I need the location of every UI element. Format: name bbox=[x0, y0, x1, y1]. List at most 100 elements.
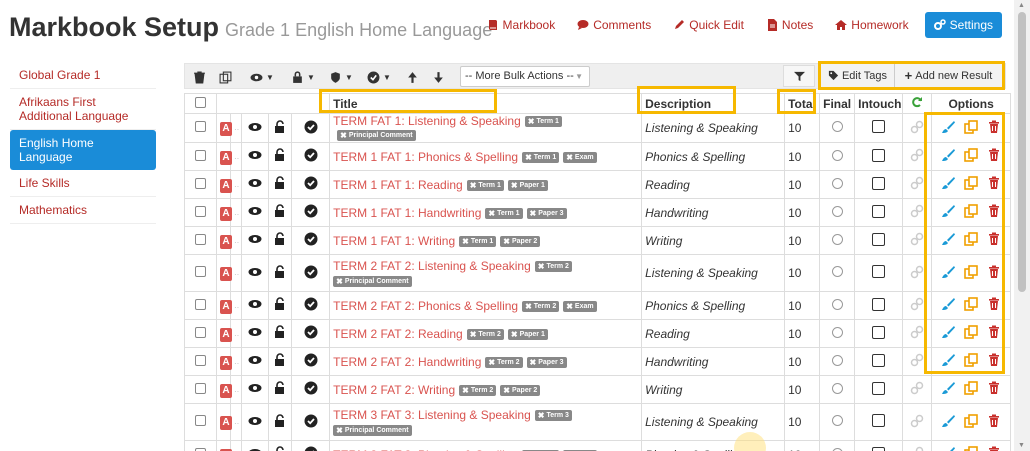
tag-badge[interactable]: ✖ Term 1 bbox=[522, 151, 560, 163]
sidebar-item-life-skills[interactable]: Life Skills bbox=[10, 170, 156, 197]
result-title-link[interactable]: TERM 1 FAT 1: Phonics & Spelling bbox=[333, 150, 518, 164]
intouch-checkbox[interactable] bbox=[872, 297, 886, 311]
remove-tag-icon[interactable]: ✖ bbox=[525, 153, 532, 162]
bulk-actions-select[interactable]: -- More Bulk Actions -- ▼ bbox=[460, 66, 590, 87]
remove-tag-icon[interactable]: ✖ bbox=[538, 411, 545, 420]
eye-icon[interactable] bbox=[248, 176, 262, 190]
eye-icon[interactable] bbox=[248, 353, 262, 367]
row-checkbox[interactable] bbox=[195, 205, 206, 217]
tag-badge[interactable]: ✖ Term 2 bbox=[485, 356, 523, 368]
link-icon[interactable] bbox=[910, 148, 924, 162]
sidebar-item-mathematics[interactable]: Mathematics bbox=[10, 197, 156, 224]
refresh-icon[interactable] bbox=[911, 96, 923, 108]
edit-brush-icon[interactable] bbox=[941, 265, 955, 279]
move-down-button[interactable] bbox=[429, 66, 447, 88]
eye-icon[interactable] bbox=[248, 120, 262, 134]
final-radio[interactable] bbox=[831, 266, 843, 277]
row-checkbox[interactable] bbox=[195, 233, 206, 245]
edit-brush-icon[interactable] bbox=[941, 120, 955, 134]
intouch-checkbox[interactable] bbox=[872, 176, 886, 190]
tag-badge[interactable]: ✖ Term 2 bbox=[534, 261, 572, 273]
remove-tag-icon[interactable]: ✖ bbox=[470, 181, 477, 190]
final-radio[interactable] bbox=[831, 382, 843, 394]
remove-tag-icon[interactable]: ✖ bbox=[488, 209, 495, 218]
row-checkbox[interactable] bbox=[195, 326, 206, 338]
tag-badge[interactable]: ✖ Term 2 bbox=[522, 300, 560, 312]
notes-link[interactable]: Notes bbox=[766, 18, 813, 32]
final-radio[interactable] bbox=[831, 447, 843, 451]
link-icon[interactable] bbox=[910, 446, 924, 451]
eye-icon[interactable] bbox=[248, 297, 262, 311]
tag-badge[interactable]: ✖ Term 1 bbox=[459, 235, 497, 247]
check-circle-icon[interactable] bbox=[304, 353, 318, 367]
row-checkbox[interactable] bbox=[195, 354, 206, 366]
check-dropdown[interactable]: ▼ bbox=[365, 66, 393, 88]
link-icon[interactable] bbox=[910, 265, 924, 279]
row-checkbox[interactable] bbox=[195, 382, 206, 394]
remove-tag-icon[interactable]: ✖ bbox=[566, 153, 573, 162]
intouch-checkbox[interactable] bbox=[872, 381, 886, 395]
tag-badge[interactable]: ✖ Term 1 bbox=[466, 179, 504, 191]
tag-badge[interactable]: ✖ Paper 1 bbox=[507, 328, 548, 340]
link-icon[interactable] bbox=[910, 120, 924, 134]
unlock-icon[interactable] bbox=[273, 232, 287, 246]
unlock-icon[interactable] bbox=[273, 381, 287, 395]
intouch-checkbox[interactable] bbox=[872, 120, 886, 133]
final-radio[interactable] bbox=[831, 149, 843, 161]
visibility-dropdown[interactable]: ▼ bbox=[247, 66, 277, 88]
check-circle-icon[interactable] bbox=[304, 297, 318, 311]
final-radio[interactable] bbox=[831, 415, 843, 426]
tag-badge[interactable]: ✖ Term 2 bbox=[466, 328, 504, 340]
remove-tag-icon[interactable]: ✖ bbox=[566, 302, 573, 311]
check-circle-icon[interactable] bbox=[304, 148, 318, 162]
copy-icon[interactable] bbox=[964, 204, 978, 218]
tag-badge[interactable]: ✖ Paper 2 bbox=[500, 384, 541, 396]
result-title-link[interactable]: TERM 1 FAT 1: Writing bbox=[333, 234, 455, 248]
edit-brush-icon[interactable] bbox=[941, 446, 955, 451]
tag-badge[interactable]: ✖ Principal Comment bbox=[333, 275, 412, 287]
drag-handle-icon[interactable]: ·· bbox=[234, 270, 239, 279]
trash-icon[interactable] bbox=[987, 148, 1001, 162]
move-up-button[interactable] bbox=[403, 66, 421, 88]
drag-handle-icon[interactable]: ·· bbox=[234, 210, 239, 219]
tag-badge[interactable]: ✖ Term 1 bbox=[524, 116, 562, 128]
result-title-link[interactable]: TERM 2 FAT 2: Reading bbox=[333, 327, 463, 341]
page-scrollbar[interactable]: ▲ ▼ bbox=[1014, 0, 1030, 451]
row-checkbox[interactable] bbox=[195, 447, 206, 451]
row-checkbox[interactable] bbox=[195, 298, 206, 310]
final-radio[interactable] bbox=[831, 354, 843, 366]
trash-icon[interactable] bbox=[987, 176, 1001, 190]
remove-tag-icon[interactable]: ✖ bbox=[462, 237, 469, 246]
remove-tag-icon[interactable]: ✖ bbox=[525, 302, 532, 311]
tag-badge[interactable]: ✖ Paper 1 bbox=[507, 179, 548, 191]
tag-badge[interactable]: ✖ Paper 2 bbox=[500, 235, 541, 247]
result-title-link[interactable]: TERM 3 FAT 3: Phonics & Spelling bbox=[333, 448, 518, 451]
link-icon[interactable] bbox=[910, 381, 924, 395]
trash-icon[interactable] bbox=[987, 265, 1001, 279]
shield-dropdown[interactable]: ▼ bbox=[327, 66, 355, 88]
filter-button[interactable] bbox=[783, 65, 815, 87]
drag-handle-icon[interactable]: ·· bbox=[234, 182, 239, 191]
trash-icon[interactable] bbox=[987, 204, 1001, 218]
result-title-link[interactable]: TERM FAT 1: Listening & Speaking bbox=[333, 114, 521, 128]
remove-tag-icon[interactable]: ✖ bbox=[488, 358, 495, 367]
eye-icon[interactable] bbox=[248, 381, 262, 395]
settings-button[interactable]: Settings bbox=[924, 12, 1002, 38]
row-checkbox[interactable] bbox=[195, 177, 206, 189]
drag-handle-icon[interactable]: ·· bbox=[234, 331, 239, 340]
unlock-icon[interactable] bbox=[273, 148, 287, 162]
unlock-icon[interactable] bbox=[273, 119, 287, 134]
drag-handle-icon[interactable]: ·· bbox=[234, 303, 239, 312]
result-title-link[interactable]: TERM 1 FAT 1: Reading bbox=[333, 178, 463, 192]
scroll-thumb[interactable] bbox=[1018, 12, 1026, 292]
remove-tag-icon[interactable]: ✖ bbox=[336, 426, 343, 435]
copy-icon[interactable] bbox=[964, 264, 978, 279]
intouch-checkbox[interactable] bbox=[872, 353, 886, 367]
edit-brush-icon[interactable] bbox=[941, 297, 955, 311]
tag-badge[interactable]: ✖ Paper 3 bbox=[526, 356, 567, 368]
copy-icon[interactable] bbox=[964, 446, 978, 451]
check-circle-icon[interactable] bbox=[304, 265, 318, 279]
intouch-checkbox[interactable] bbox=[872, 204, 886, 218]
row-checkbox[interactable] bbox=[195, 149, 206, 161]
drag-handle-icon[interactable]: ·· bbox=[234, 419, 239, 428]
